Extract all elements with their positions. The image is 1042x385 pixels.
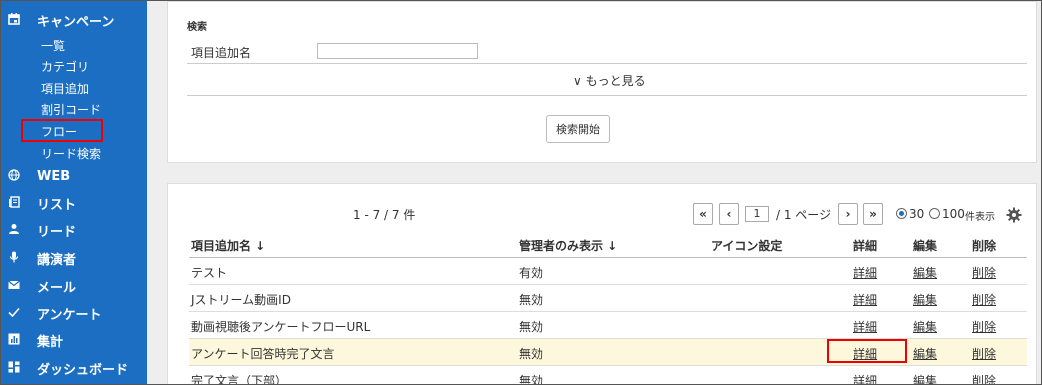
per-page-30-radio[interactable] — [896, 208, 907, 219]
row-admin-only: 無効 — [519, 293, 544, 307]
sidebar-item-label: 講演者 — [37, 252, 77, 268]
column-header-icon: アイコン設定 — [711, 239, 783, 253]
sidebar-item-label: 集計 — [37, 334, 64, 350]
delete-link[interactable]: 削除 — [972, 264, 996, 281]
sidebar-item-aggregate[interactable]: 集計 — [1, 327, 147, 353]
delete-link[interactable]: 削除 — [972, 318, 996, 335]
sidebar-subitem-category[interactable]: カテゴリ — [41, 58, 89, 75]
microphone-icon — [7, 250, 21, 264]
sidebar-item-label: リスト — [37, 197, 77, 213]
divider — [187, 95, 1027, 96]
table-row: 動画視聴後アンケートフローURL 無効 詳細 編集 削除 — [189, 312, 1027, 339]
row-name: Jストリーム動画ID — [191, 293, 291, 307]
row-name: テスト — [191, 266, 228, 280]
sidebar-item-label: アンケート — [37, 307, 102, 323]
column-header-edit: 編集 — [913, 239, 938, 253]
edit-link[interactable]: 編集 — [913, 345, 937, 362]
sidebar-item-lead[interactable]: リード — [1, 217, 147, 243]
gear-icon[interactable] — [1006, 207, 1022, 226]
last-page-button[interactable]: » — [863, 203, 883, 225]
detail-link[interactable]: 詳細 — [853, 291, 877, 308]
search-field-label: 項目追加名 — [191, 46, 252, 60]
page-number-input[interactable]: 1 — [745, 206, 769, 222]
search-field-input[interactable] — [317, 43, 478, 59]
sidebar-item-label: リード — [37, 224, 77, 240]
app-frame: キャンペーン 一覧 カテゴリ 項目追加 割引コード フロー リード検索 WEB … — [0, 0, 1042, 385]
row-admin-only: 無効 — [519, 320, 544, 334]
sidebar: キャンペーン 一覧 カテゴリ 項目追加 割引コード フロー リード検索 WEB … — [1, 1, 147, 384]
sidebar-subitem-list[interactable]: 一覧 — [41, 37, 65, 54]
check-icon — [7, 305, 21, 319]
next-page-button[interactable]: › — [838, 203, 858, 225]
per-page-suffix: 件表示 — [965, 212, 995, 223]
row-name: アンケート回答時完了文言 — [191, 347, 335, 361]
sidebar-item-label: ダッシュボード — [37, 362, 129, 378]
detail-link[interactable]: 詳細 — [853, 264, 877, 281]
sidebar-item-label: メール — [37, 280, 77, 296]
sidebar-item-survey[interactable]: アンケート — [1, 300, 147, 326]
detail-link[interactable]: 詳細 — [853, 318, 877, 335]
globe-icon — [7, 168, 21, 182]
annotation-highlight-flow — [21, 119, 103, 142]
row-admin-only: 有効 — [519, 266, 544, 280]
divider — [187, 63, 1027, 64]
row-admin-only: 無効 — [519, 374, 544, 385]
result-count: 1 - 7 / 7 件 — [353, 208, 416, 222]
sidebar-item-campaign[interactable]: キャンペーン — [1, 7, 147, 33]
edit-link[interactable]: 編集 — [913, 318, 937, 335]
sidebar-subitem-add-field[interactable]: 項目追加 — [41, 80, 89, 97]
sidebar-item-web[interactable]: WEB — [1, 163, 147, 189]
first-page-button[interactable]: « — [693, 203, 713, 225]
show-more-link[interactable]: ∨ もっと見る — [573, 72, 646, 89]
prev-page-button[interactable]: ‹ — [719, 203, 739, 225]
delete-link[interactable]: 削除 — [972, 372, 996, 384]
dashboard-icon — [7, 360, 21, 374]
person-icon — [7, 222, 21, 236]
row-name: 動画視聴後アンケートフローURL — [191, 320, 371, 334]
edit-link[interactable]: 編集 — [913, 264, 937, 281]
page-total-label: / 1 ページ — [776, 208, 832, 222]
delete-link[interactable]: 削除 — [972, 345, 996, 362]
sidebar-item-dashboard[interactable]: ダッシュボード — [1, 355, 147, 381]
edit-link[interactable]: 編集 — [913, 291, 937, 308]
sidebar-item-list[interactable]: リスト — [1, 190, 147, 216]
per-page-100-radio[interactable] — [929, 208, 940, 219]
row-admin-only: 無効 — [519, 347, 544, 361]
delete-link[interactable]: 削除 — [972, 291, 996, 308]
table-row: テスト 有効 詳細 編集 削除 — [189, 258, 1027, 285]
annotation-highlight-detail — [827, 339, 907, 363]
detail-link[interactable]: 詳細 — [853, 372, 877, 384]
bar-chart-icon — [7, 332, 21, 346]
sidebar-item-label: WEB — [37, 168, 71, 184]
sidebar-subitem-discount-code[interactable]: 割引コード — [41, 101, 101, 118]
list-icon — [7, 195, 21, 209]
per-page-100-label: 100 — [942, 207, 965, 221]
column-header-detail: 詳細 — [853, 239, 878, 253]
table-row: Jストリーム動画ID 無効 詳細 編集 削除 — [189, 285, 1027, 312]
row-name: 完了文言（下部） — [191, 374, 288, 385]
mail-icon — [7, 278, 21, 292]
sidebar-item-label: キャンペーン — [37, 14, 115, 30]
column-header-admin-only[interactable]: 管理者のみ表示 ↓ — [519, 237, 617, 254]
column-header-delete: 削除 — [972, 239, 997, 253]
search-panel-title: 検索 — [187, 22, 207, 33]
table-row: 完了文言（下部） 無効 詳細 編集 削除 — [189, 366, 1027, 385]
sidebar-subitem-lead-search[interactable]: リード検索 — [41, 145, 101, 162]
column-header-name[interactable]: 項目追加名 ↓ — [191, 237, 265, 254]
per-page-30-label: 30 — [909, 207, 925, 221]
sidebar-item-speaker[interactable]: 講演者 — [1, 245, 147, 271]
search-submit-button[interactable]: 検索開始 — [546, 115, 610, 143]
edit-link[interactable]: 編集 — [913, 372, 937, 384]
sidebar-item-mail[interactable]: メール — [1, 273, 147, 299]
calendar-icon — [7, 12, 21, 26]
